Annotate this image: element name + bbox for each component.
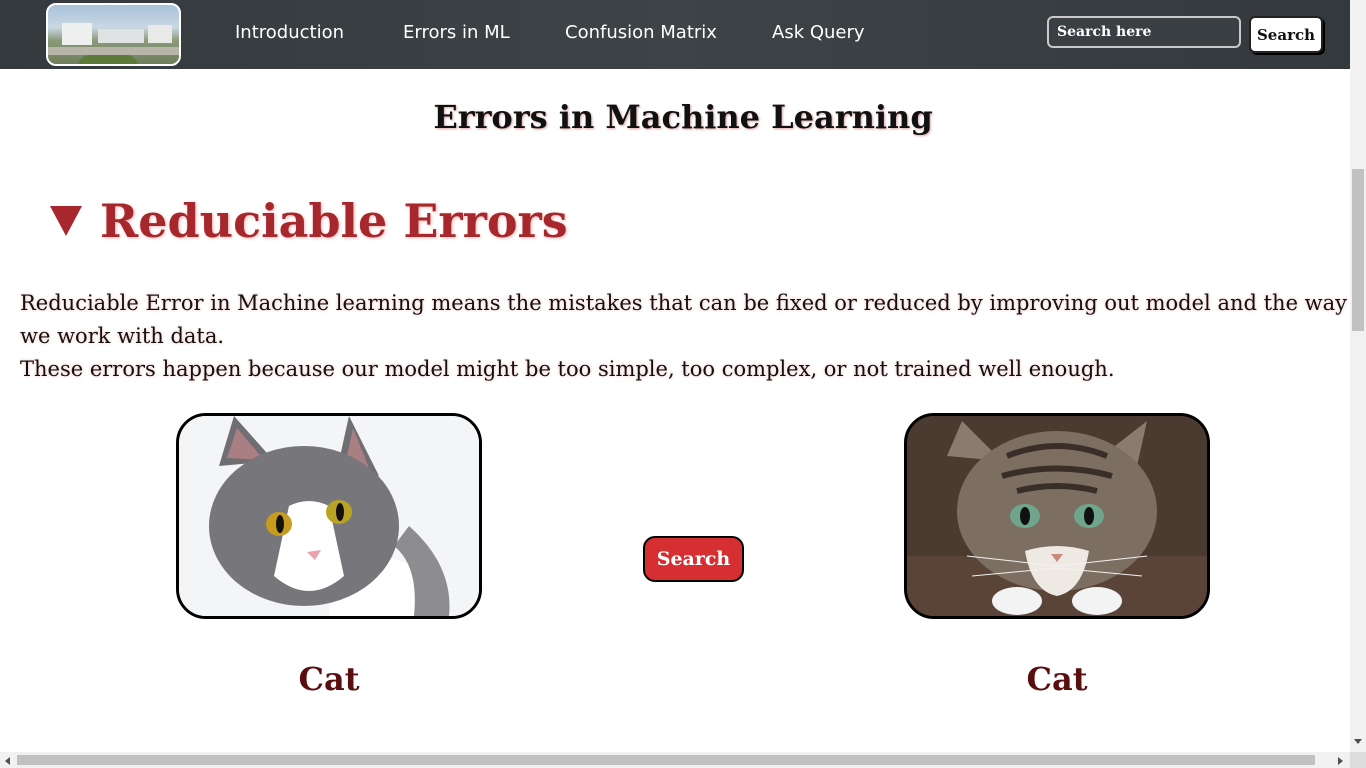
navbar: Introduction Errors in ML Confusion Matr… [0,0,1350,69]
tabby-cat-icon [907,416,1207,616]
horizontal-scrollbar[interactable] [0,752,1350,768]
cat-caption-right: Cat [1026,660,1088,698]
scroll-right-arrow-icon[interactable] [1338,757,1343,765]
logo-building [98,29,144,43]
page-title: Errors in Machine Learning [433,98,933,136]
nav-search-button[interactable]: Search [1249,16,1323,53]
nav-link-confusion-matrix[interactable]: Confusion Matrix [565,22,717,43]
scroll-left-arrow-icon[interactable] [5,757,10,765]
logo-lawn [78,55,138,64]
logo-building [148,25,172,43]
vertical-scroll-thumb[interactable] [1352,169,1364,331]
cat-caption-left: Cat [298,660,360,698]
nav-link-ask-query[interactable]: Ask Query [772,22,865,43]
grey-white-cat-icon [179,416,479,616]
reduciable-errors-summary[interactable]: Reduciable Errors [50,194,568,248]
logo-building [62,23,92,45]
search-button[interactable]: Search [643,536,744,582]
cat-image-right [904,413,1210,619]
search-input[interactable] [1047,16,1241,48]
vertical-scrollbar[interactable] [1350,0,1366,752]
logo-road [48,47,179,55]
horizontal-scroll-thumb[interactable] [17,755,1315,765]
description-line: These errors happen because our model mi… [20,357,1115,381]
cat-image-left [176,413,482,619]
scroll-down-arrow-icon[interactable] [1354,739,1362,744]
campus-logo-image[interactable] [46,3,181,66]
description-line: Reduciable Error in Machine learning mea… [20,291,1348,348]
nav-link-errors-in-ml[interactable]: Errors in ML [403,22,510,43]
scrollbar-corner [1350,752,1366,768]
section-heading-text: Reduciable Errors [100,194,568,248]
nav-link-introduction[interactable]: Introduction [235,22,344,43]
triangle-down-icon [50,206,82,236]
section-description: Reduciable Error in Machine learning mea… [20,287,1350,386]
